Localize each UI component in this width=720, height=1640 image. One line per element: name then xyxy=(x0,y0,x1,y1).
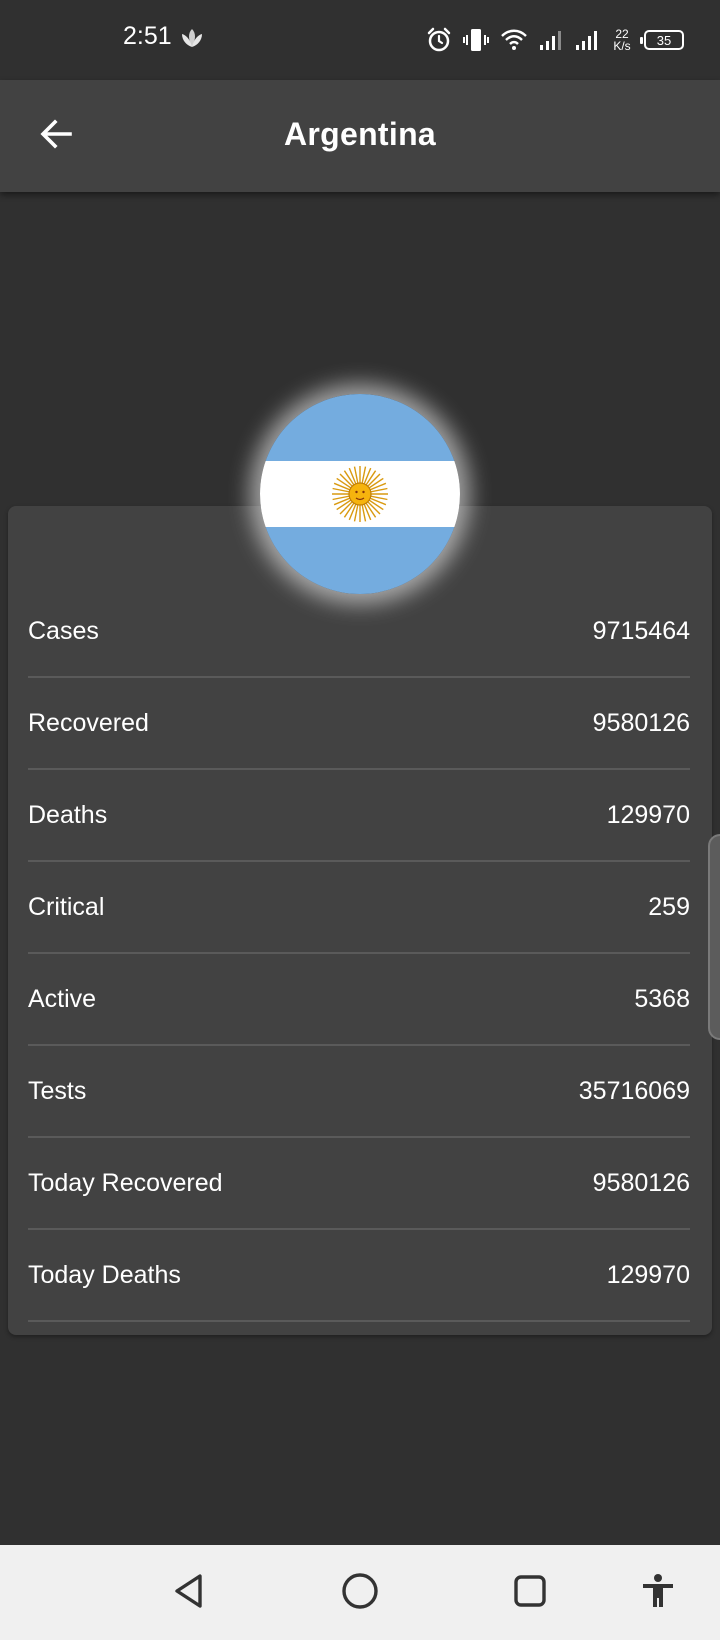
stat-row-today-recovered: Today Recovered 9580126 xyxy=(28,1138,690,1230)
alarm-icon xyxy=(426,27,452,53)
recents-square-icon xyxy=(510,1571,550,1616)
stat-value: 129970 xyxy=(606,800,690,829)
argentina-flag-icon xyxy=(260,394,460,594)
stat-value: 9580126 xyxy=(592,1168,690,1197)
nav-recents-button[interactable] xyxy=(504,1567,556,1619)
stat-value: 129970 xyxy=(606,1260,690,1289)
leaf-icon xyxy=(178,25,206,53)
signal-icon xyxy=(538,28,564,52)
accessibility-icon xyxy=(638,1571,678,1616)
home-circle-icon xyxy=(340,1571,380,1616)
back-triangle-icon xyxy=(170,1571,210,1616)
stat-value: 9580126 xyxy=(592,708,690,737)
stat-row-critical: Critical 259 xyxy=(28,862,690,954)
stat-label: Active xyxy=(28,984,97,1013)
stat-label: Critical xyxy=(28,892,105,921)
stat-value: 259 xyxy=(648,892,690,921)
stat-label: Cases xyxy=(28,616,99,645)
status-time: 2:51 xyxy=(123,22,172,50)
stat-label: Today Recovered xyxy=(28,1168,223,1197)
country-flag xyxy=(260,394,460,594)
stat-value: 5368 xyxy=(634,984,690,1013)
nav-back-button[interactable] xyxy=(164,1567,216,1619)
signal-icon xyxy=(574,28,600,52)
stat-label: Today Deaths xyxy=(28,1260,181,1289)
stat-row-deaths: Deaths 129970 xyxy=(28,770,690,862)
battery-icon: 35 xyxy=(640,30,684,50)
screen: 2:51 22 K/s 35 Argentina Cases 9715464 R… xyxy=(0,0,720,1640)
net-speed: 22 K/s xyxy=(610,28,634,52)
stats-list: Cases 9715464 Recovered 9580126 Deaths 1… xyxy=(28,586,690,1322)
net-speed-unit: K/s xyxy=(613,39,631,53)
status-icons: 22 K/s 35 xyxy=(426,22,684,58)
stat-label: Deaths xyxy=(28,800,108,829)
stat-row-active: Active 5368 xyxy=(28,954,690,1046)
stat-row-recovered: Recovered 9580126 xyxy=(28,678,690,770)
stat-label: Recovered xyxy=(28,708,149,737)
stats-card: Cases 9715464 Recovered 9580126 Deaths 1… xyxy=(8,506,712,1335)
app-bar: Argentina xyxy=(0,80,720,192)
stat-value: 35716069 xyxy=(578,1076,690,1105)
sun-of-may-icon xyxy=(332,466,388,522)
page-title: Argentina xyxy=(283,116,437,152)
navigation-bar xyxy=(0,1545,720,1640)
stat-value: 9715464 xyxy=(592,616,690,645)
vibrate-icon xyxy=(462,27,490,53)
edge-panel-handle[interactable] xyxy=(708,834,720,1040)
wifi-icon xyxy=(500,27,528,53)
status-bar: 2:51 22 K/s 35 xyxy=(0,0,720,80)
battery-level: 35 xyxy=(656,32,672,48)
stat-row-cases: Cases 9715464 xyxy=(28,586,690,678)
nav-home-button[interactable] xyxy=(334,1567,386,1619)
stat-row-tests: Tests 35716069 xyxy=(28,1046,690,1138)
stat-row-today-deaths: Today Deaths 129970 xyxy=(28,1230,690,1322)
stat-label: Tests xyxy=(28,1076,87,1105)
nav-accessibility-button[interactable] xyxy=(632,1567,684,1619)
